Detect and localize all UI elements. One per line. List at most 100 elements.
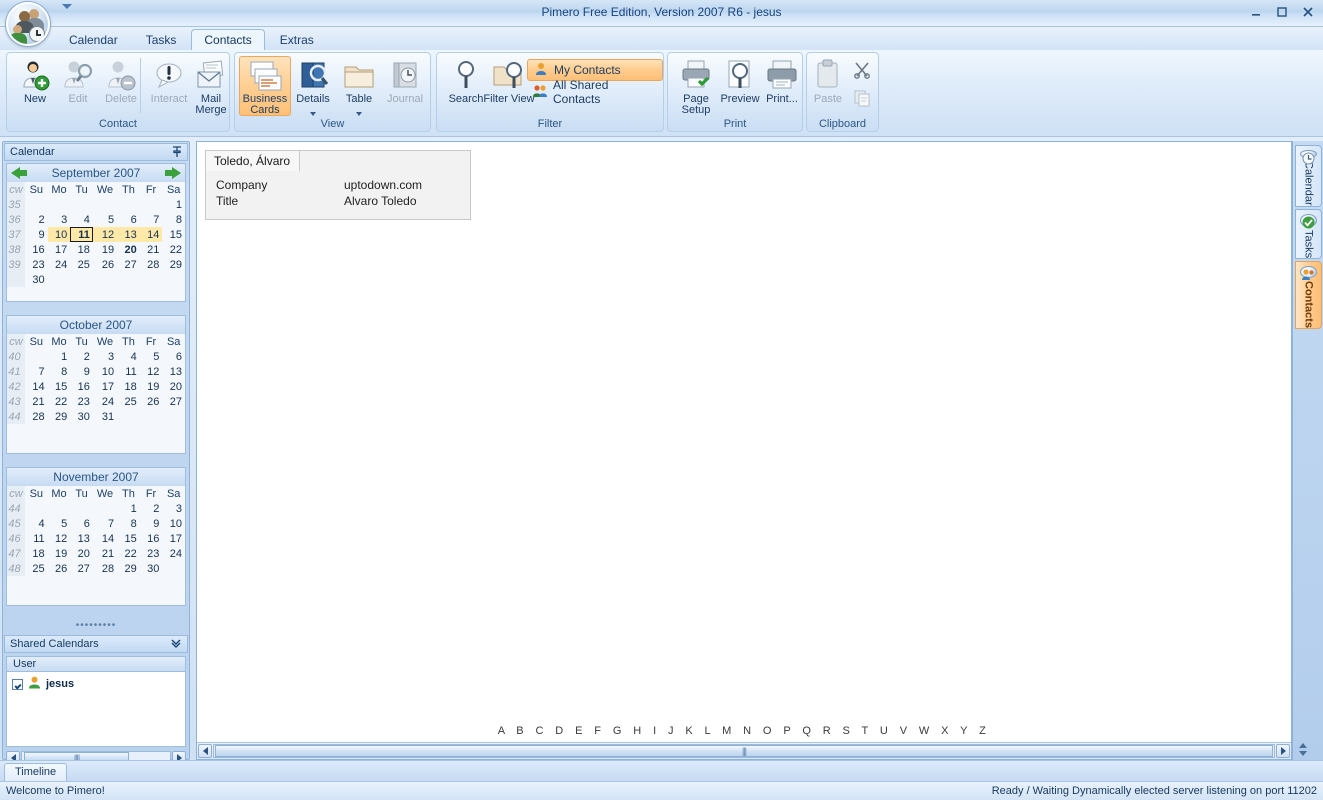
cal-day[interactable]: 20: [70, 546, 93, 561]
cal-day[interactable]: 13: [117, 227, 140, 242]
ribbon-button-table[interactable]: Table: [333, 57, 385, 116]
scroll-right-button[interactable]: [1276, 744, 1290, 758]
cal-day[interactable]: 10: [162, 516, 185, 531]
cal-day[interactable]: 1: [48, 349, 71, 364]
cal-day[interactable]: 3: [162, 501, 185, 516]
cal-day[interactable]: [70, 272, 93, 287]
cal-day[interactable]: [48, 197, 71, 212]
chevron-down-icon[interactable]: [310, 112, 316, 116]
cal-day[interactable]: 6: [117, 212, 140, 227]
cal-day[interactable]: 14: [25, 379, 48, 394]
cal-day[interactable]: 11: [117, 364, 140, 379]
cal-day[interactable]: [25, 197, 48, 212]
prev-month-arrow-icon[interactable]: [11, 167, 27, 179]
ribbon-button-business-cards[interactable]: Business Cards: [239, 56, 291, 116]
cal-day[interactable]: [93, 501, 117, 516]
pimero-logo-icon[interactable]: [6, 2, 50, 46]
cal-day[interactable]: 9: [25, 227, 48, 242]
cal-day[interactable]: 20: [162, 379, 185, 394]
cal-day[interactable]: 28: [140, 257, 163, 272]
cal-day[interactable]: 24: [93, 394, 117, 409]
quick-access-dropdown-icon[interactable]: [62, 4, 72, 9]
cal-day[interactable]: 12: [92, 227, 118, 242]
ribbon-button-details[interactable]: Details: [287, 57, 339, 116]
cal-day[interactable]: [70, 501, 93, 516]
cal-day[interactable]: 18: [70, 242, 93, 257]
cal-day[interactable]: 25: [70, 257, 93, 272]
cal-day[interactable]: 16: [25, 242, 48, 257]
user-column-header[interactable]: User: [6, 656, 186, 672]
cal-day[interactable]: 25: [117, 394, 140, 409]
tab-timeline[interactable]: Timeline: [4, 763, 68, 781]
cal-day[interactable]: 13: [162, 364, 185, 379]
cal-day[interactable]: [140, 197, 163, 212]
cal-day[interactable]: 19: [48, 546, 71, 561]
cal-day[interactable]: 16: [70, 379, 93, 394]
tab-contacts[interactable]: Contacts: [191, 29, 265, 51]
cal-day[interactable]: 14: [139, 227, 163, 242]
cal-day[interactable]: 18: [25, 546, 48, 561]
calendar-grid-november[interactable]: cw Su Mo Tu We Th Fr Sa 44 1 2 3 45 4 5 …: [7, 486, 185, 576]
cal-day[interactable]: 29: [48, 409, 71, 424]
ribbon-button-print[interactable]: Print...: [756, 57, 808, 115]
cal-day[interactable]: 28: [25, 409, 48, 424]
cal-day[interactable]: 1: [117, 501, 140, 516]
scroll-up-icon[interactable]: [1299, 743, 1307, 748]
cal-day[interactable]: 22: [162, 242, 185, 257]
minimize-icon[interactable]: [1249, 5, 1263, 19]
cal-day[interactable]: 2: [25, 212, 48, 227]
ribbon-button-mail-merge[interactable]: Mail Merge: [185, 57, 237, 116]
cal-day[interactable]: 27: [162, 394, 185, 409]
cal-day[interactable]: 15: [48, 379, 71, 394]
cal-day[interactable]: 17: [93, 379, 117, 394]
cal-day[interactable]: 10: [93, 364, 117, 379]
filter-item-all-shared-contacts[interactable]: All Shared Contacts: [527, 78, 663, 106]
cal-day[interactable]: 5: [48, 516, 71, 531]
cal-day[interactable]: 31: [93, 409, 117, 424]
cut-scissors-icon[interactable]: [853, 61, 871, 82]
cal-day[interactable]: [70, 197, 93, 212]
cal-day[interactable]: 21: [25, 394, 48, 409]
cal-day[interactable]: 29: [117, 561, 140, 576]
cal-day[interactable]: 14: [93, 531, 117, 546]
cal-day[interactable]: 8: [162, 212, 185, 227]
cal-day[interactable]: 8: [48, 364, 71, 379]
cal-day[interactable]: 5: [93, 212, 117, 227]
scroll-track[interactable]: |||: [213, 744, 1275, 758]
cal-day[interactable]: 17: [48, 242, 71, 257]
cal-day[interactable]: 26: [93, 257, 117, 272]
ribbon-button-paste[interactable]: Paste: [805, 57, 851, 115]
cal-day[interactable]: 6: [162, 349, 185, 364]
cal-day[interactable]: 21: [140, 242, 163, 257]
cal-day[interactable]: [93, 197, 117, 212]
cal-day[interactable]: 29: [162, 257, 185, 272]
cal-day[interactable]: 27: [70, 561, 93, 576]
cal-day[interactable]: [162, 561, 185, 576]
shared-calendars-header[interactable]: Shared Calendars: [4, 635, 188, 653]
chevron-down-icon[interactable]: [356, 112, 362, 116]
tab-tasks[interactable]: Tasks: [133, 29, 190, 51]
cal-day[interactable]: 22: [117, 546, 140, 561]
cal-day[interactable]: [117, 272, 140, 287]
main-horizontal-scrollbar[interactable]: |||: [197, 742, 1291, 759]
cal-day[interactable]: 23: [140, 546, 163, 561]
cal-day[interactable]: 18: [117, 379, 140, 394]
panel-splitter[interactable]: •••••••••: [3, 621, 189, 633]
cal-day[interactable]: 5: [140, 349, 163, 364]
pin-icon[interactable]: [172, 145, 182, 159]
cal-day[interactable]: 2: [70, 349, 93, 364]
cal-day[interactable]: [117, 409, 140, 424]
cal-day[interactable]: 24: [48, 257, 71, 272]
list-item[interactable]: jesus: [12, 676, 180, 692]
cal-day[interactable]: [117, 197, 140, 212]
cal-day[interactable]: [140, 272, 163, 287]
cal-day[interactable]: 30: [25, 272, 48, 287]
cal-day[interactable]: 8: [117, 516, 140, 531]
next-month-arrow-icon[interactable]: [165, 167, 181, 179]
cal-day[interactable]: 16: [140, 531, 163, 546]
cal-day[interactable]: 28: [93, 561, 117, 576]
calendar-grid-october[interactable]: cw Su Mo Tu We Th Fr Sa 40 1 2 3 4 5 6 4…: [7, 334, 185, 424]
cal-day[interactable]: 24: [162, 546, 185, 561]
cal-day[interactable]: 9: [140, 516, 163, 531]
cal-day[interactable]: 2: [140, 501, 163, 516]
